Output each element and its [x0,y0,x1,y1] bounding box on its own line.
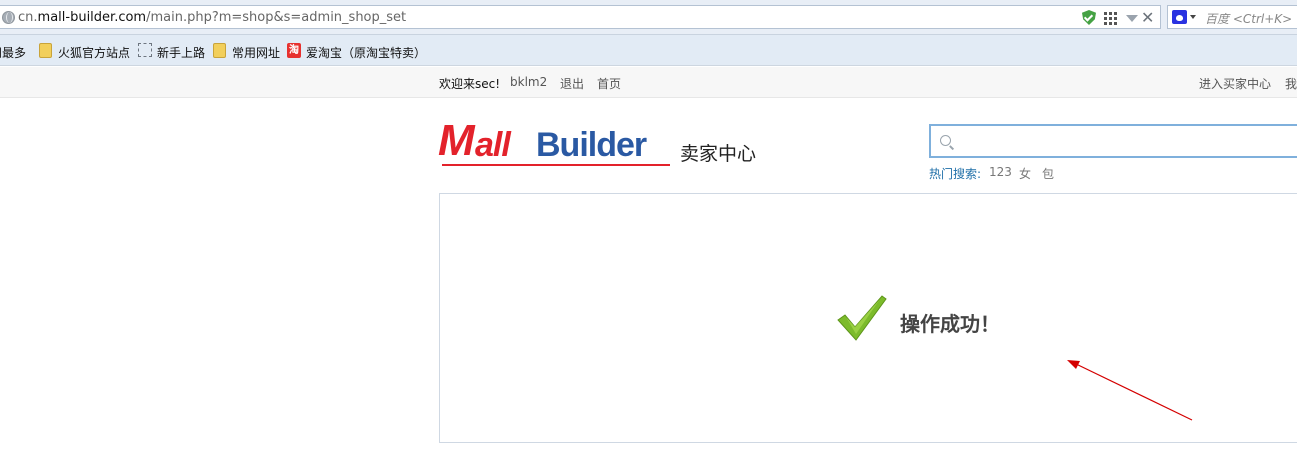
url-text[interactable]: cn.mall-builder.com/main.php?m=shop&s=ad… [18,10,406,25]
welcome-text: 欢迎来sec! [439,77,501,91]
folder-icon [213,43,226,58]
search-engine-dropdown-icon[interactable] [1190,15,1196,19]
url-domain: mall-builder.com [37,10,147,25]
seller-center-title: 卖家中心 [680,143,757,165]
search-icon [940,135,951,146]
hot-search-term[interactable]: 包 [1042,165,1054,182]
my-link[interactable]: 我 [1285,75,1297,92]
bookmark-firefox-official[interactable]: 火狐官方站点 [58,44,130,61]
bookmark-most-visited[interactable]: 问最多 [0,44,26,61]
bookmark-getting-started[interactable]: 新手上路 [157,44,205,61]
dropdown-arrow-icon[interactable] [1126,15,1138,22]
mallbuilder-logo[interactable]: M all Builder [438,118,670,170]
url-path: /main.php?m=shop&s=admin_shop_set [146,10,407,25]
baidu-icon[interactable] [1172,10,1187,24]
checkmark-icon [837,295,887,341]
home-link[interactable]: 首页 [597,75,621,92]
bookmark-common-sites[interactable]: 常用网址 [232,44,280,61]
bookmark-ai-taobao[interactable]: 爱淘宝（原淘宝特卖） [306,44,426,61]
bookmark-page-icon [138,43,152,57]
buyer-center-link[interactable]: 进入买家中心 [1199,75,1271,92]
logo-underline [442,164,670,166]
site-search-input[interactable] [929,124,1297,158]
browser-toolbar: cn.mall-builder.com/main.php?m=shop&s=ad… [0,0,1297,35]
address-bar[interactable]: cn.mall-builder.com/main.php?m=shop&s=ad… [0,5,1161,29]
hot-search-term[interactable]: 女 [1019,165,1031,182]
bookmarks-toolbar: 问最多 火狐官方站点 新手上路 常用网址 淘 爱淘宝（原淘宝特卖） [0,35,1297,66]
taobao-icon: 淘 [287,43,301,58]
browser-search-box[interactable]: 百度 <Ctrl+K> [1167,5,1297,29]
site-top-bar: 欢迎来sec! bklm2 退出 首页 进入买家中心 我 [0,67,1297,98]
shield-icon[interactable] [1082,10,1096,25]
logo-all: all [475,126,511,164]
logout-link[interactable]: 退出 [560,75,584,92]
qr-code-icon[interactable] [1104,11,1118,25]
url-prefix: cn. [18,10,38,25]
close-icon[interactable]: ✕ [1141,8,1154,27]
logo-builder: Builder [536,126,647,164]
username-link[interactable]: bklm2 [510,75,547,89]
search-placeholder: 百度 <Ctrl+K> [1205,12,1293,26]
hot-search-term[interactable]: 123 [989,165,1012,179]
folder-icon [39,43,52,58]
logo-m: M [438,116,475,165]
success-message: 操作成功！ [900,312,1000,336]
hot-search-label: 热门搜索: [929,167,982,181]
globe-icon [2,11,15,24]
